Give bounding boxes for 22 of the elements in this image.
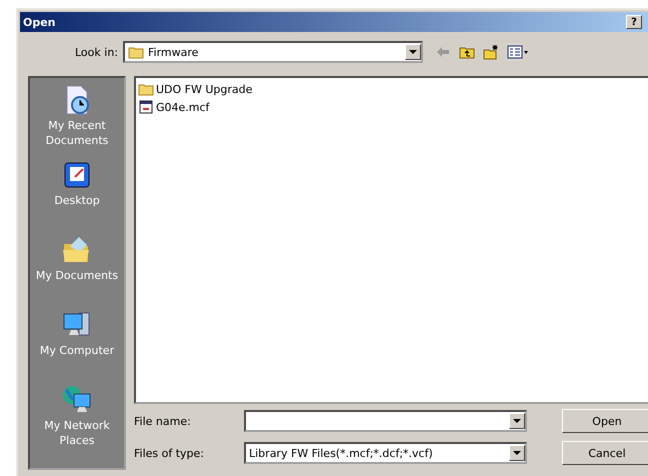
file-type-label: Files of type: [134, 446, 206, 460]
window-title: Open [23, 16, 56, 28]
new-folder-icon[interactable] [483, 44, 499, 60]
cancel-button[interactable]: Cancel [562, 441, 648, 465]
look-in-dropdown[interactable]: Firmware [123, 41, 423, 63]
places-item[interactable]: My Computer [30, 309, 124, 384]
view-menu-icon[interactable] [507, 44, 529, 60]
folder-icon [138, 82, 154, 96]
file-name-label: File name: [134, 414, 192, 428]
help-button[interactable]: ? [626, 15, 642, 29]
places-item[interactable]: Desktop [30, 159, 124, 234]
file-name-field[interactable] [244, 410, 527, 432]
file-type-dropdown[interactable]: Library FW Files(*.mcf;*.dcf;*.vcf) [244, 442, 527, 464]
places-item[interactable]: My Documents [30, 234, 124, 309]
file-icon [138, 100, 154, 114]
file-list-item[interactable]: UDO FW Upgrade [136, 80, 648, 98]
open-button[interactable]: Open [562, 409, 648, 433]
places-item[interactable]: My Recent Documents [30, 84, 124, 159]
folder-icon [128, 45, 144, 59]
look-in-label: Look in: [74, 46, 119, 58]
file-list-item[interactable]: G04e.mcf [136, 98, 648, 116]
places-item[interactable]: My Network Places [30, 384, 124, 459]
